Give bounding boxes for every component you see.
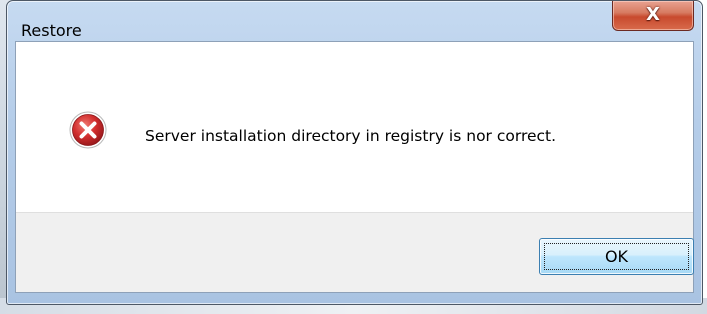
ok-button-label: OK [604,247,629,266]
close-icon: X [646,4,660,25]
screen: Restore X Server installation directory … [0,0,707,314]
error-message: Server installation directory in registr… [145,127,557,145]
ok-button[interactable]: OK [539,238,694,275]
error-icon [69,111,107,149]
dialog-title: Restore [21,21,82,40]
button-bar: OK [16,212,694,292]
restore-dialog: Restore X Server installation directory … [6,0,703,305]
title-bar[interactable]: Restore X [7,1,702,41]
close-button[interactable]: X [612,1,694,31]
message-area: Server installation directory in registr… [16,42,693,212]
dialog-client-area: Server installation directory in registr… [15,41,694,293]
